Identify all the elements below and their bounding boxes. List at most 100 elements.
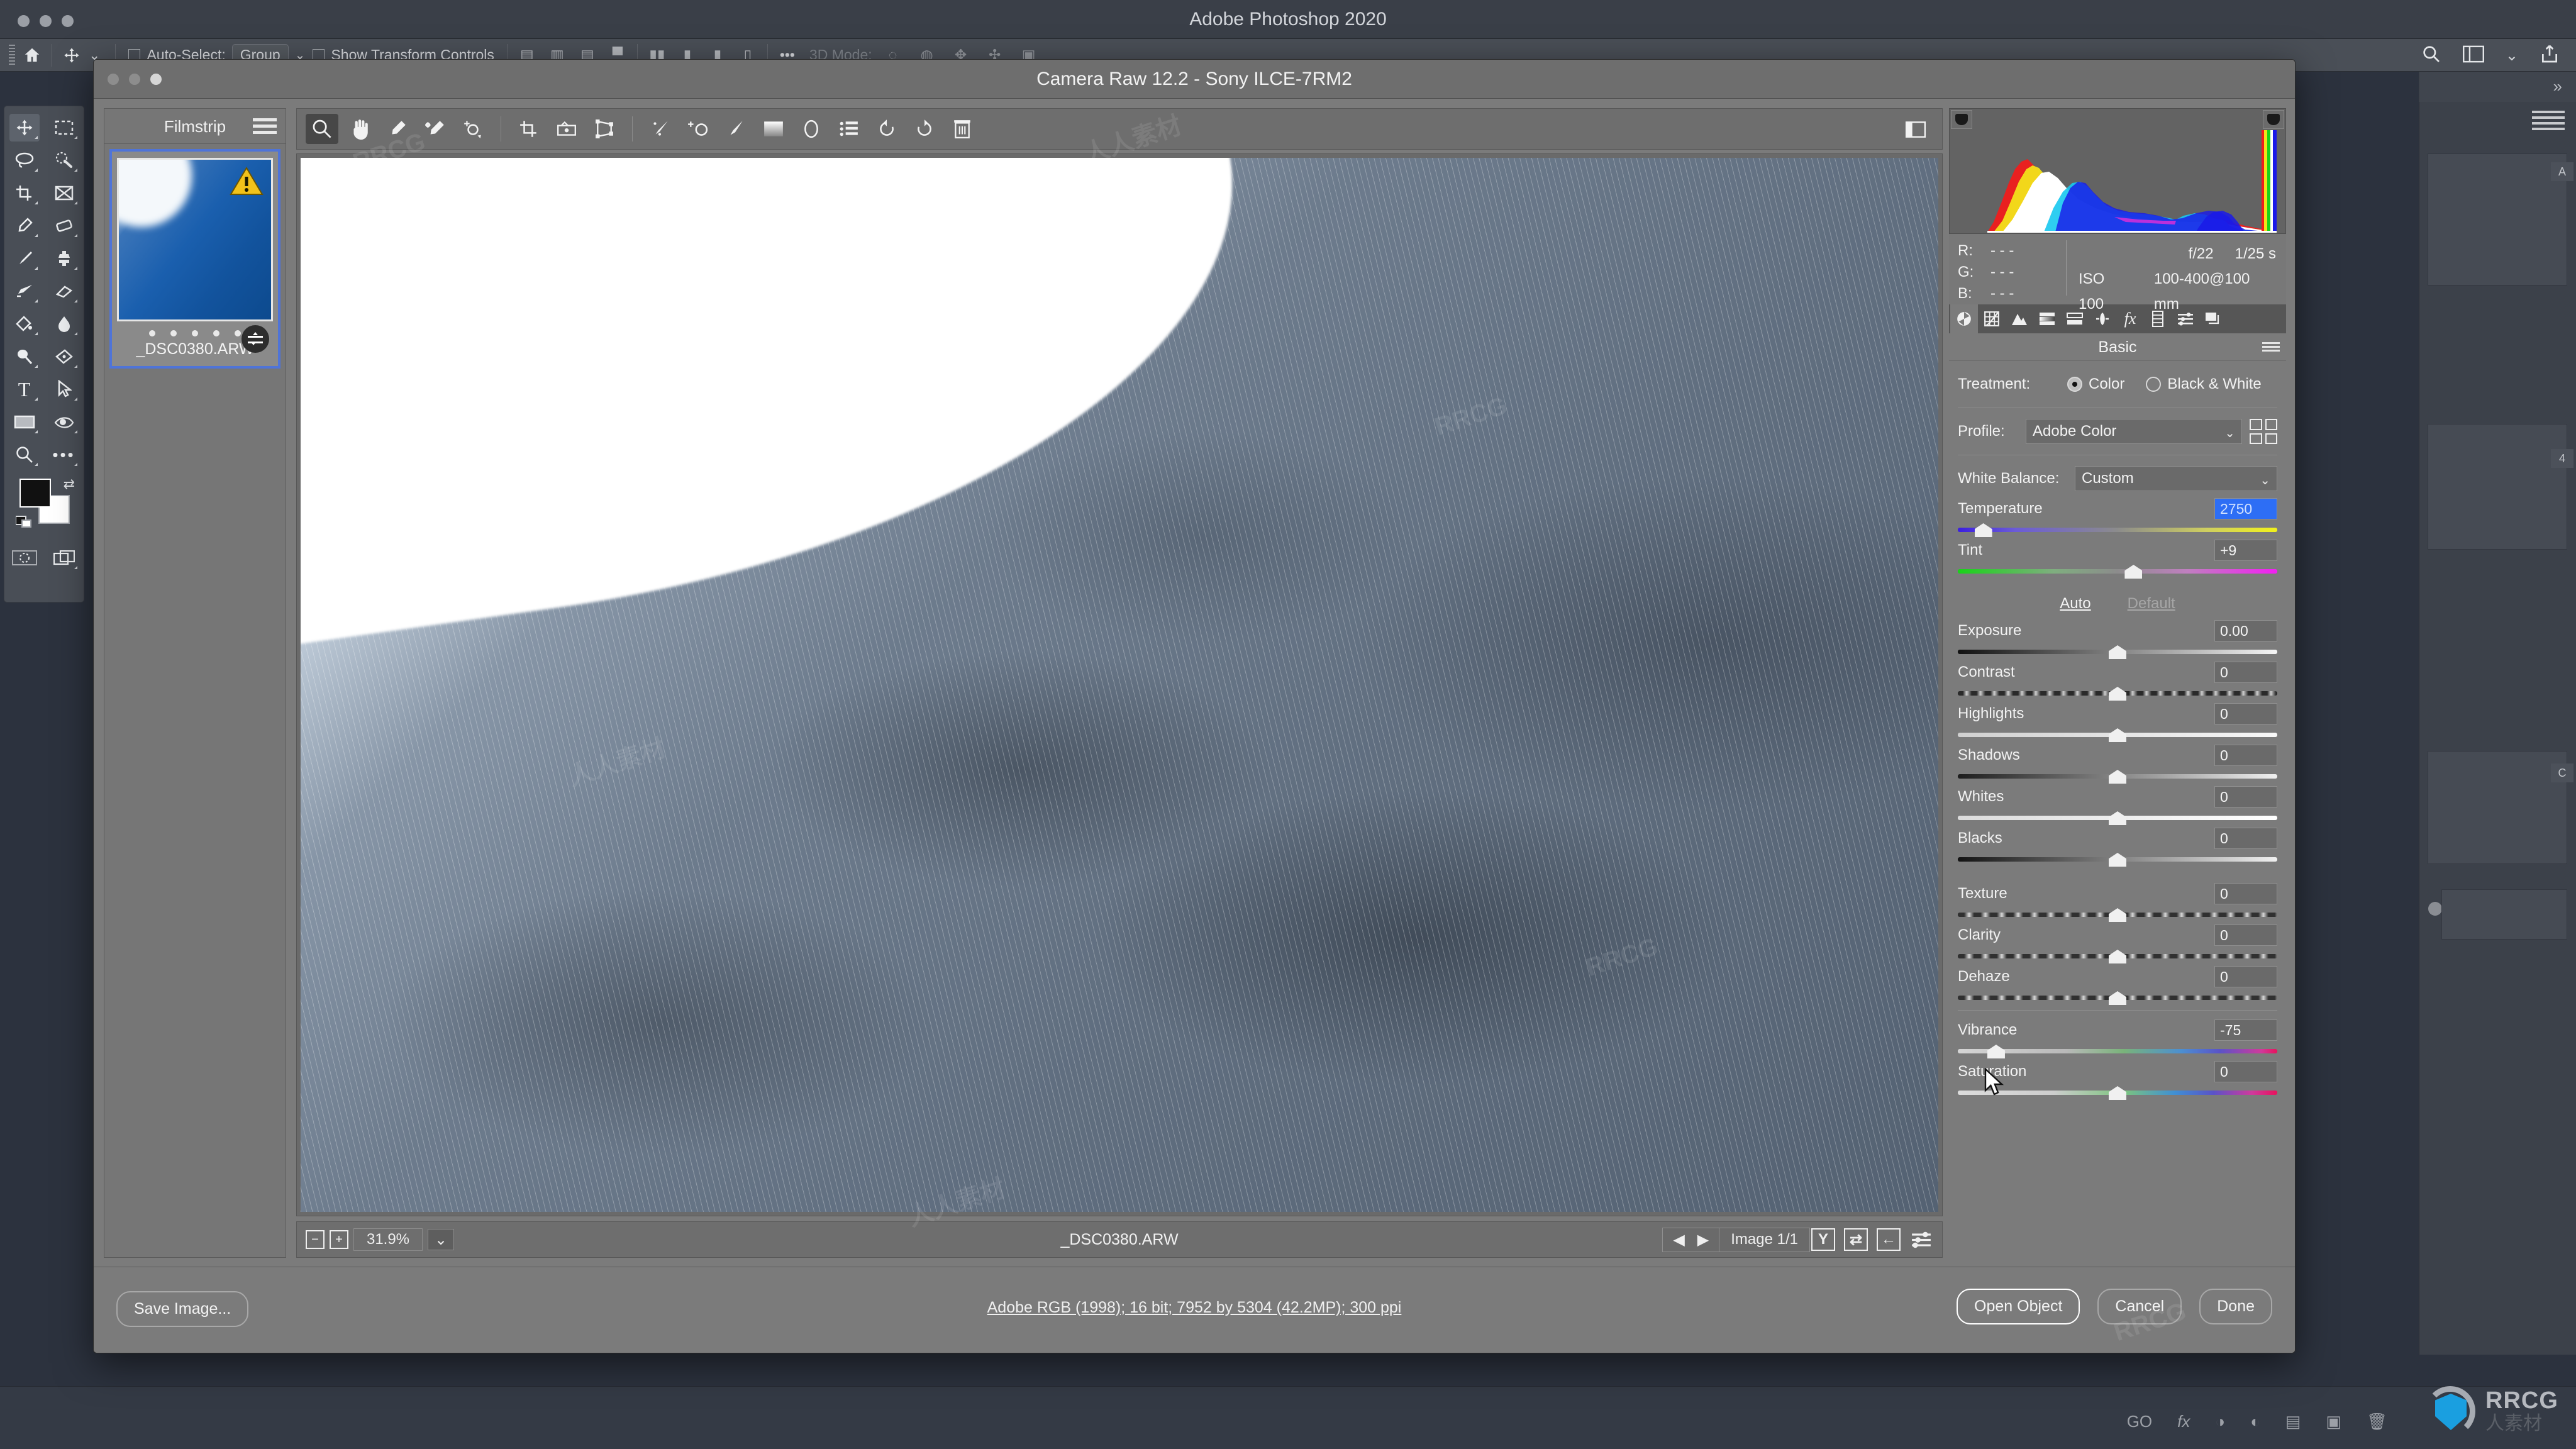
frame-tool[interactable] [49,179,79,207]
trash-icon[interactable] [946,114,979,144]
fullscreen-toggle-icon[interactable] [1899,114,1932,145]
filmstrip-thumbnail[interactable] [117,158,273,321]
delete-layer-icon[interactable]: 🗑 [2367,1412,2387,1431]
swap-colors-icon[interactable]: ⇄ [64,476,75,492]
slider-track-temperature[interactable] [1958,523,2277,537]
pen-tool[interactable] [49,343,79,370]
tab-color-mixer[interactable] [2033,304,2061,333]
crop-tool[interactable] [9,179,40,207]
slider-track-vibrance[interactable] [1958,1045,2277,1058]
panel-menu-icon[interactable] [2532,111,2565,132]
raw-image-preview[interactable] [301,158,1938,1212]
shadow-clipping-icon[interactable] [1951,110,1972,129]
transform-tool-button[interactable] [588,114,621,144]
slider-value-contrast[interactable]: 0 [2214,662,2277,683]
slider-value-whites[interactable]: 0 [2214,786,2277,808]
brush-tool[interactable] [9,245,40,272]
rotate-counterclockwise-icon[interactable] [870,114,903,144]
adjustments-panel[interactable] [2428,424,2567,550]
slider-track-highlights[interactable] [1958,728,2277,742]
chevron-down-icon[interactable]: ⌄ [428,1229,454,1250]
slider-track-blacks[interactable] [1958,853,2277,867]
slider-knob-saturation[interactable] [2109,1086,2126,1100]
properties-panel[interactable] [2428,153,2567,286]
red-eye-tool-button[interactable] [682,114,714,144]
radial-filter-tool-button[interactable] [795,114,828,144]
slider-value-dehaze[interactable]: 0 [2214,966,2277,987]
filmstrip-item[interactable]: _DSC0380.ARW [109,149,280,369]
zoom-controls[interactable]: − + 31.9% ⌄ [306,1228,454,1251]
fx-icon[interactable]: fx [2177,1412,2190,1431]
eyedropper-tool[interactable] [9,212,40,240]
lasso-tool[interactable] [9,147,40,174]
acr-minimize-button[interactable] [129,74,140,85]
treatment-bw-option[interactable]: Black & White [2146,375,2262,393]
done-button[interactable]: Done [2199,1289,2272,1324]
default-button[interactable]: Default [2128,595,2175,613]
hand-tool-button[interactable] [343,114,376,144]
slider-knob-whites[interactable] [2109,811,2126,825]
slider-track-contrast[interactable] [1958,687,2277,701]
targeted-adjustment-tool-button[interactable] [457,114,489,144]
options-bar-grip[interactable] [9,44,15,66]
zoom-tool[interactable] [9,441,40,469]
chevron-down-icon[interactable]: ⌄ [2224,425,2235,441]
color-swatches[interactable]: ⇄ [4,475,84,535]
rotate-clockwise-icon[interactable] [908,114,941,144]
slider-track-tint[interactable] [1958,565,2277,579]
move-tool-icon[interactable] [61,45,82,66]
zoom-level-value[interactable]: 31.9% [353,1228,423,1251]
treatment-color-option[interactable]: Color [2067,375,2124,393]
slider-knob-blacks[interactable] [2109,853,2126,867]
path-selection-tool[interactable] [49,375,79,403]
panel-tab-c[interactable]: C [2551,763,2573,782]
adjustment-brush-tool-button[interactable] [719,114,752,144]
eraser-tool[interactable] [49,277,79,305]
slider-value-texture[interactable]: 0 [2214,883,2277,904]
slider-value-exposure[interactable]: 0.00 [2214,620,2277,641]
panel-tab-a[interactable]: A [2551,162,2573,181]
search-icon[interactable] [2421,44,2441,67]
profile-select[interactable]: Adobe Color ⌄ [2026,419,2242,444]
open-object-button[interactable]: Open Object [1957,1289,2080,1324]
slider-value-blacks[interactable]: 0 [2214,828,2277,849]
gradient-tool[interactable] [9,310,40,338]
acr-maximize-button[interactable] [150,74,162,85]
prev-image-icon[interactable]: ◀ [1673,1231,1684,1249]
before-after-icon[interactable]: Y [1811,1228,1835,1251]
foreground-color-swatch[interactable] [19,479,51,508]
new-group-icon[interactable]: ▤ [2285,1412,2301,1431]
spot-removal-tool-button[interactable] [644,114,677,144]
image-navigation[interactable]: ◀ ▶ Image 1/1 [1662,1227,1810,1252]
slider-knob-exposure[interactable] [2109,645,2126,659]
preview-preferences-icon[interactable] [1909,1228,1933,1251]
treatment-color-radio[interactable] [2067,377,2082,392]
slider-knob-shadows[interactable] [2109,770,2126,784]
workspace-icon[interactable] [2462,45,2484,66]
slider-knob-tint[interactable] [2124,565,2143,579]
link-layers-icon[interactable]: GO [2127,1412,2152,1431]
swap-before-after-icon[interactable]: ⇄ [1844,1228,1868,1251]
slider-track-clarity[interactable] [1958,950,2277,963]
slider-track-whites[interactable] [1958,811,2277,825]
panel-tab-b[interactable]: 4 [2551,449,2573,468]
slider-value-vibrance[interactable]: -75 [2214,1019,2277,1041]
slider-value-temperature[interactable]: 2750 [2214,498,2277,519]
default-colors-icon[interactable] [15,514,35,529]
slider-knob-highlights[interactable] [2109,728,2126,742]
image-canvas-wrapper[interactable] [296,153,1943,1216]
copy-settings-icon[interactable]: ← [1877,1228,1901,1251]
preview-right-icons[interactable]: Y ⇄ ← [1811,1228,1933,1251]
white-balance-select[interactable]: Custom ⌄ [2075,466,2277,491]
quick-selection-tool[interactable] [49,147,79,174]
slider-track-saturation[interactable] [1958,1086,2277,1100]
layers-panel[interactable] [2428,751,2567,864]
slider-knob-clarity[interactable] [2109,950,2126,963]
slider-track-shadows[interactable] [1958,770,2277,784]
color-sampler-tool-button[interactable] [419,114,452,144]
crop-tool-button[interactable] [513,114,545,144]
rotate-view-tool[interactable] [49,408,79,436]
screen-mode-tool[interactable] [49,544,79,572]
dodge-tool[interactable] [9,343,40,370]
healing-brush-tool[interactable] [49,212,79,240]
